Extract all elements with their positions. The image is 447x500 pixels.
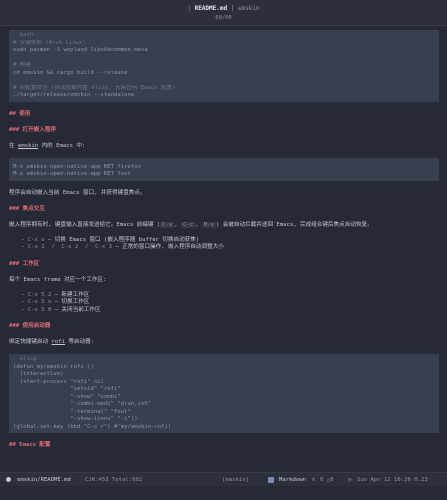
code-line: bash: [13, 32, 34, 38]
code-line: ./target/release/emskin --standalone: [13, 92, 135, 98]
list-desc: — 关闭当前工作区: [51, 306, 101, 313]
para-launcher: 绑定快捷键启动 rofi 等启动器:: [9, 338, 439, 346]
title-position: 60/00: [215, 15, 232, 21]
clock-icon: ◷: [348, 477, 352, 483]
list-keys: C-x 5 0: [27, 306, 52, 313]
code-line: elisp: [13, 356, 37, 362]
list-desc: — 新建工作区: [51, 291, 90, 298]
code-line: sudo pacman -S wayland libxkbcommon mesa: [13, 47, 148, 53]
heading-focus: ### 焦点交互: [9, 205, 45, 212]
major-mode[interactable]: Markdown: [279, 473, 306, 487]
list-bullet: -: [21, 291, 28, 298]
mx-code-block[interactable]: M-x emskin-open-native-app RET firefox M…: [9, 157, 439, 181]
list-desc: — 切换 Emacs 窗口 (嵌入程序随 buffer 切换自动获焦): [44, 236, 200, 243]
title-bar: | README.md | emskin 60/00: [0, 0, 447, 26]
para-focus: 嵌入程序拥有时, 键盘输入直接发送给它。Emacs 前缀键 (C-x, C-c,…: [9, 221, 439, 229]
code-line: "-show-icons" "-i")): [13, 416, 138, 422]
code-line: (defun my/emskin-rofi (): [13, 363, 94, 370]
list-bullet: -: [21, 299, 28, 305]
code-line: M-x emskin-open-native-app RET foot: [13, 171, 131, 177]
para-workspace: 每个 Emacs frame 对应一个工作区:: [9, 276, 107, 283]
title-project[interactable]: emskin: [238, 5, 260, 12]
code-line: # 安装依赖 (Arch Linux): [13, 39, 86, 46]
para-text: ,: [174, 221, 182, 228]
para-text: 在: [9, 142, 18, 149]
modified-indicator-icon: [6, 473, 11, 487]
para-text: ) 会被自动拦截并送回 Emacs, 完成组合键后焦点自动恢复。: [215, 221, 373, 228]
title-bar-line: | README.md | emskin: [0, 5, 447, 12]
list-keys: C-x 1 / C-x 2 / C-x 3: [27, 244, 112, 250]
list-keys: C-x o: [27, 236, 45, 243]
code-line: "-terminal" "foot": [13, 408, 131, 415]
mode-line[interactable]: emskin/README.md CJK:453 Total:602 [emsk…: [0, 472, 447, 486]
para-text: 绑定快捷键启动: [9, 339, 52, 345]
heading-workspace: ### 工作区: [9, 260, 40, 267]
para-text: ,: [195, 221, 202, 228]
project-tag[interactable]: [emskin]: [222, 473, 249, 487]
list-item: - C-x o — 切换 Emacs 窗口 (嵌入程序随 buffer 切换自动…: [9, 237, 439, 245]
char-count: CJK:453 Total:602: [85, 477, 143, 483]
code-line: "-show" "combi": [13, 393, 121, 400]
title-separator-right: |: [230, 5, 235, 12]
elisp-code-block[interactable]: elisp (defun my/emskin-rofi () (interact…: [9, 354, 439, 433]
list-item: - C-x 5 0 — 关闭当前工作区: [9, 307, 439, 315]
list-keys: C-x 5 2: [27, 291, 52, 298]
list-item: - C-x 1 / C-x 2 / C-x 3 — 正常的窗口操作, 嵌入程序自…: [9, 244, 439, 252]
diagnostics-icon: ⊘: [312, 477, 316, 483]
code-line: # 构建: [13, 62, 31, 68]
para-text: 内的 Emacs 中:: [38, 142, 86, 149]
code-line: cd emskin && cargo build --release: [13, 69, 128, 76]
rofi-link[interactable]: rofi: [52, 339, 65, 345]
list-bullet: -: [21, 236, 28, 243]
code-line: (interactive): [13, 371, 64, 377]
buffer-path[interactable]: emskin/README.md: [17, 473, 71, 487]
list-desc: — 正常的窗口操作, 嵌入程序自动调整大小: [111, 244, 224, 250]
heading-launcher: ### 使用启动器: [9, 323, 51, 329]
list-desc: — 切换工作区: [51, 299, 90, 305]
list-item: - C-x 5 2 — 新建工作区: [9, 292, 439, 300]
workspace-list: - C-x 5 2 — 新建工作区 - C-x 5 o — 切换工作区 - C-…: [9, 292, 439, 315]
list-item: - C-x 5 o — 切换工作区: [9, 299, 439, 307]
key-cx: C-x: [160, 221, 175, 228]
list-keys: C-x 5 o: [27, 299, 52, 305]
emskin-link[interactable]: emskin: [18, 143, 38, 149]
install-code-block[interactable]: bash # 安装依赖 (Arch Linux) sudo pacman -S …: [9, 30, 439, 102]
heading-emacs-config: ## Emacs 配置: [9, 442, 51, 448]
para-auto-embed: 程序会自动嵌入当前 Emacs 窗口, 并获得键盘焦点。: [9, 189, 146, 196]
code-line: # 带配置体验 (自动加载内置 elisp, 无需任何 Emacs 配置): [13, 84, 176, 91]
list-bullet: -: [21, 244, 28, 250]
code-line: "-combi-modi" "drun,ssh": [13, 401, 152, 407]
code-line: "setsid" "rofi": [13, 386, 121, 392]
title-separator-left: |: [187, 5, 191, 12]
code-line: (start-process "rofi" nil: [13, 378, 104, 385]
key-cc: C-c: [181, 221, 196, 228]
para-text: 嵌入程序拥有时, 键盘输入直接发送给它。Emacs 前缀键 (: [9, 221, 161, 228]
minibuffer[interactable]: [0, 486, 447, 500]
diagnostics-count[interactable]: 0 △0: [320, 473, 333, 487]
para-in-emskin: 在 emskin 内的 Emacs 中:: [9, 142, 439, 150]
code-line: M-x emskin-open-native-app RET firefox: [13, 163, 141, 170]
code-line: (global-set-key (kbd "C-c r") #'my/emski…: [13, 423, 172, 430]
markdown-icon: [268, 473, 274, 487]
para-text: 等启动器:: [65, 339, 95, 345]
heading-usage: ## 使用: [9, 110, 31, 117]
title-file[interactable]: README.md: [195, 5, 228, 12]
clock: Sun Apr 12 16:26 0.23: [357, 477, 428, 483]
key-mx: M-x: [201, 221, 216, 228]
editor-buffer[interactable]: bash # 安装依赖 (Arch Linux) sudo pacman -S …: [9, 30, 439, 462]
focus-list: - C-x o — 切换 Emacs 窗口 (嵌入程序随 buffer 切换自动…: [9, 237, 439, 252]
heading-open-app: ### 打开嵌入程序: [9, 126, 57, 133]
list-bullet: -: [21, 306, 28, 313]
